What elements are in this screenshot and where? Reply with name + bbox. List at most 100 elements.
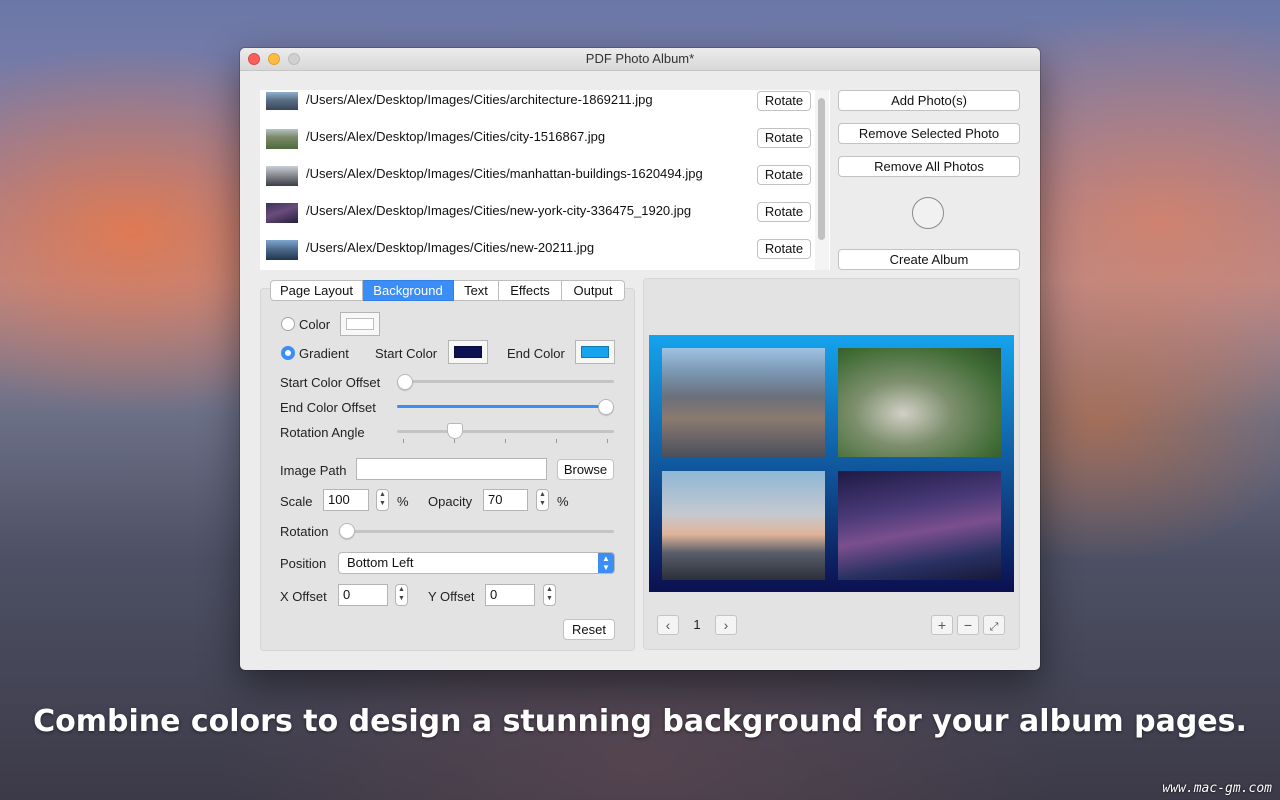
start-color-offset-track[interactable] [397, 380, 614, 383]
position-select-value: Bottom Left [347, 555, 414, 570]
rotation-angle-label: Rotation Angle [280, 425, 365, 440]
y-offset-field[interactable]: 0 [485, 584, 535, 606]
photo-path: /Users/Alex/Desktop/Images/Cities/new-20… [306, 240, 595, 255]
photo-row[interactable]: /Users/Alex/Desktop/Images/Cities/new-yo… [260, 201, 830, 238]
color-swatch [346, 318, 374, 330]
photo-path: /Users/Alex/Desktop/Images/Cities/manhat… [306, 166, 703, 181]
start-color-label: Start Color [375, 346, 438, 361]
photo-path: /Users/Alex/Desktop/Images/Cities/new-yo… [306, 203, 692, 218]
rotation-angle-tick [454, 439, 455, 443]
end-color-offset-slider[interactable] [598, 399, 614, 415]
tab-page-layout[interactable]: Page Layout [270, 280, 363, 301]
rotation-track[interactable] [339, 530, 614, 533]
rotation-angle-track[interactable] [397, 430, 614, 433]
remove-selected-photo-button[interactable]: Remove Selected Photo [838, 123, 1020, 144]
next-page-button[interactable]: › [715, 615, 737, 635]
color-well[interactable] [340, 312, 380, 336]
window-title: PDF Photo Album* [585, 51, 695, 66]
start-color-well[interactable] [448, 340, 488, 364]
scale-label: Scale [280, 494, 313, 509]
album-photo [838, 471, 1001, 580]
start-color-offset-slider[interactable] [397, 374, 413, 390]
scale-field[interactable]: 100 [323, 489, 369, 511]
opacity-percent: % [557, 494, 569, 509]
minimize-window-button[interactable] [268, 53, 280, 65]
end-color-offset-fill [397, 405, 614, 408]
tab-effects[interactable]: Effects [499, 280, 562, 301]
end-color-well[interactable] [575, 340, 615, 364]
opacity-field[interactable]: 70 [483, 489, 528, 511]
chevron-left-icon: ‹ [665, 617, 671, 633]
album-photo [838, 348, 1001, 457]
photo-path: /Users/Alex/Desktop/Images/Cities/city-1… [306, 129, 606, 144]
album-photo [662, 471, 825, 580]
end-color-swatch [581, 346, 609, 358]
zoom-window-button[interactable] [288, 53, 300, 65]
fit-to-window-button[interactable]: ⤢ [983, 615, 1005, 635]
rotation-angle-tick [607, 439, 608, 443]
photo-path: /Users/Alex/Desktop/Images/Cities/archit… [306, 92, 653, 107]
plus-icon: + [937, 617, 947, 633]
photo-thumbnail [266, 92, 298, 110]
rotate-button[interactable]: Rotate [757, 202, 811, 222]
photo-thumbnail [266, 203, 298, 223]
close-window-button[interactable] [248, 53, 260, 65]
end-color-label: End Color [507, 346, 565, 361]
image-path-field[interactable] [356, 458, 547, 480]
y-offset-stepper[interactable]: ▲ ▼ [543, 584, 556, 606]
opacity-label: Opacity [428, 494, 473, 509]
rotate-button[interactable]: Rotate [757, 239, 811, 259]
zoom-in-button[interactable]: + [931, 615, 953, 635]
rotation-angle-tick [403, 439, 404, 443]
start-color-swatch [454, 346, 482, 358]
tab-background[interactable]: Background [363, 280, 454, 301]
previous-page-button[interactable]: ‹ [657, 615, 679, 635]
photo-row[interactable]: /Users/Alex/Desktop/Images/Cities/new-20… [260, 238, 830, 270]
x-offset-label: X Offset [280, 589, 327, 604]
photo-thumbnail [266, 240, 298, 260]
app-window: PDF Photo Album* /Users/Alex/Desktop/Ima… [240, 48, 1040, 670]
rotate-button[interactable]: Rotate [757, 91, 811, 111]
album-page-preview [649, 335, 1014, 592]
photo-row[interactable]: /Users/Alex/Desktop/Images/Cities/manhat… [260, 164, 830, 201]
start-color-offset-label: Start Color Offset [280, 375, 381, 390]
gradient-radio[interactable] [281, 346, 295, 360]
position-select[interactable]: Bottom Left ▲ ▼ [338, 552, 615, 574]
x-offset-stepper[interactable]: ▲ ▼ [395, 584, 408, 606]
browse-button[interactable]: Browse [557, 459, 614, 480]
rotation-label: Rotation [280, 524, 329, 539]
photo-row[interactable]: /Users/Alex/Desktop/Images/Cities/archit… [260, 90, 830, 127]
rotate-button[interactable]: Rotate [757, 165, 811, 185]
gradient-label: Gradient [299, 346, 349, 361]
photo-row[interactable]: /Users/Alex/Desktop/Images/Cities/city-1… [260, 127, 830, 164]
tab-text[interactable]: Text [454, 280, 499, 301]
page-number: 1 [693, 617, 701, 632]
color-radio[interactable] [281, 317, 295, 331]
rotation-angle-tick [556, 439, 557, 443]
add-photos-button[interactable]: Add Photo(s) [838, 90, 1020, 111]
scale-percent: % [397, 494, 409, 509]
expand-icon: ⤢ [989, 621, 999, 633]
image-path-label: Image Path [280, 463, 347, 478]
photo-thumbnail [266, 129, 298, 149]
position-label: Position [280, 556, 327, 571]
settings-tabs: Page Layout Background Text Effects Outp… [270, 280, 625, 301]
tab-output[interactable]: Output [562, 280, 625, 301]
zoom-out-button[interactable]: − [957, 615, 979, 635]
photo-list-scrollbar-thumb[interactable] [818, 98, 825, 240]
color-label: Color [299, 317, 331, 332]
rotation-slider[interactable] [339, 523, 355, 539]
scale-stepper[interactable]: ▲ ▼ [376, 489, 389, 511]
rotate-button[interactable]: Rotate [757, 128, 811, 148]
album-photo [662, 348, 825, 457]
reset-button[interactable]: Reset [563, 619, 615, 640]
remove-all-photos-button[interactable]: Remove All Photos [838, 156, 1020, 177]
rotation-angle-tick [505, 439, 506, 443]
opacity-stepper[interactable]: ▲ ▼ [536, 489, 549, 511]
progress-indicator [912, 197, 944, 229]
photo-list[interactable]: /Users/Alex/Desktop/Images/Cities/archit… [260, 90, 830, 270]
create-album-button[interactable]: Create Album [838, 249, 1020, 270]
y-offset-label: Y Offset [428, 589, 475, 604]
chevron-up-down-icon: ▲ ▼ [598, 553, 614, 573]
x-offset-field[interactable]: 0 [338, 584, 388, 606]
